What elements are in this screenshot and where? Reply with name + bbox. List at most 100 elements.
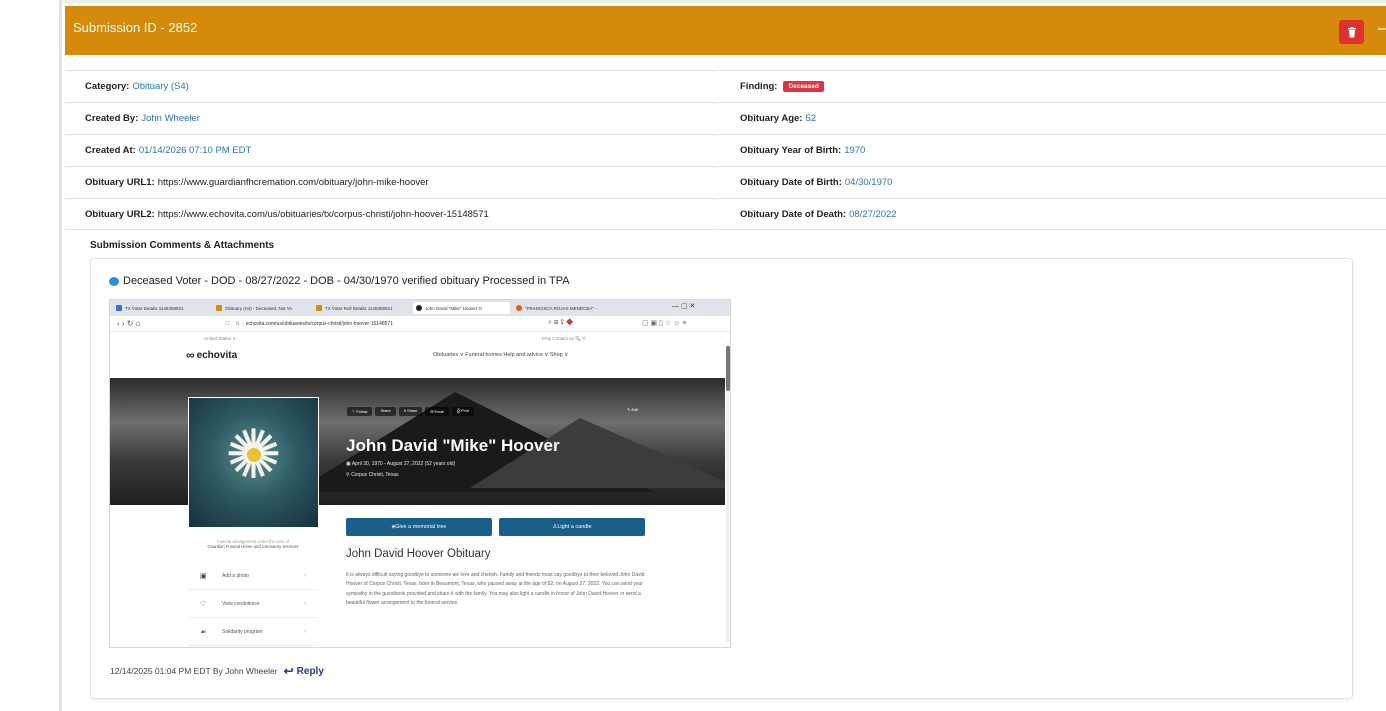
share-buttons: ♡ Follow Share X Share ✉ Email ⎙ Print [347,407,474,416]
category-value: Obituary (S4) [132,81,189,92]
deceased-name: John David "Mike" Hoover [346,436,560,455]
obituary-age-label: Obituary Age: [740,113,803,124]
heart-icon: ♡ [200,600,207,608]
chevron-right-icon: › [304,572,306,579]
date-of-birth-label: Obituary Date of Birth: [740,177,842,188]
obituary-url2-link[interactable]: https://www.echovita.com/us/obituaries/t… [158,209,489,220]
date-of-death-label: Obituary Date of Death: [740,208,847,220]
obituary-age-row: Obituary Age: 52 [720,102,1386,134]
browser-tab-active: John David "Mike" Hoover O [413,302,510,314]
obituary-url1-link[interactable]: https://www.guardianfhcremation.com/obit… [158,177,429,188]
page-scrollbar-thumb [726,346,730,391]
tab-favicon-icon [216,305,222,311]
browser-tab-strip: TX Voter Details 1148358921 Obituary (S4… [110,300,730,316]
finding-row: Finding: Deceased [720,70,1386,102]
comments-section-title: Submission Comments & Attachments [90,240,275,251]
comment-text: Deceased Voter - DOD - 08/27/2022 - DOB … [123,275,570,287]
created-at-label: Created At: [85,145,136,156]
date-of-death-value: 08/27/2022 [849,208,897,220]
category-row: Category: Obituary (S4) [65,70,719,102]
email-button: ✉ Email [425,407,450,416]
reply-button[interactable]: ↩ Reply [284,664,324,678]
life-place: ⚲ Corpus Christi, Texas [346,472,399,478]
obituary-title: John David Hoover Obituary [346,548,491,560]
funeral-home-note: Funeral arrangement under the care of Gu… [207,539,299,550]
finding-label: Finding: [740,81,778,92]
comment-header: Deceased Voter - DOD - 08/27/2022 - DOB … [109,275,570,287]
photo-icon: ▣ [200,572,207,580]
year-of-birth-row: Obituary Year of Birth: 1970 [720,134,1386,166]
tab-favicon-icon [316,305,322,311]
tab-favicon-icon [416,305,422,311]
comment-meta: 12/14/2025 01:04 PM EDT By John Wheeler [110,666,278,676]
browser-toolbar-icons: ⌕ ⊞ ⇪ ◆ [548,319,574,326]
browser-nav-icons: ‹ › ↻ ⌂ [117,319,141,328]
card-header: Submission ID - 2852 — [65,6,1386,55]
left-rail-divider [59,0,62,711]
obituary-url2-row: Obituary URL2: https://www.echovita.com/… [65,198,719,230]
bookmark-icon: ☐ [225,320,230,327]
browser-tab: TX Voter Details 1148358921 [113,302,210,314]
year-of-birth-value: 1970 [844,145,866,156]
created-by-row: Created By: John Wheeler [65,102,719,134]
comment-bubble-icon [109,276,119,286]
echovita-logo: ∞ echovita [186,348,238,362]
chevron-right-icon: › [304,628,306,635]
reply-arrow-icon: ↩ [283,664,294,678]
obituary-age-value: 52 [805,113,817,124]
site-info-icon: ⇅ [235,320,240,327]
date-of-death-row: Obituary Date of Death: 08/27/2022 [720,198,1386,230]
comment-card: Deceased Voter - DOD - 08/27/2022 - DOB … [90,258,1353,699]
solidarity-program-item: ☙ Solidarity program › [188,618,318,646]
browser-url: ☐ ⇅ echovita.com/us/obituaries/tx/corpus-c… [225,320,393,327]
created-at-row: Created At: 01/14/2026 07:10 PM EDT [65,134,719,166]
follow-button: ♡ Follow [347,407,373,416]
date-of-birth-value: 04/30/1970 [844,177,893,188]
life-dates: ▣ April 30, 1970 - August 27, 2022 (52 y… [346,461,456,467]
hand-icon: ☙ [200,628,207,636]
obituary-photo: ✺ [188,397,319,528]
card-title: Submission ID - 2852 [73,20,198,35]
finding-badge: Deceased [783,81,824,92]
reply-label: Reply [296,665,324,677]
browser-tab: Obituary (S4) - Deceased, Not Vo [213,302,310,314]
add-photo-item: ▣ Add a photo › [188,562,318,590]
collapse-button[interactable]: — [1378,20,1386,38]
obituary-url1-row: Obituary URL1: https://www.guardianfhcre… [65,166,719,198]
delete-button[interactable] [1339,20,1364,44]
echovita-nav: Obituaries ∨ Funeral homes Help and advi… [433,352,569,358]
edit-link: ✎ Edit [627,407,639,412]
created-at-value: 01/14/2026 07:10 PM EDT [138,145,252,156]
daisy-center [246,447,261,462]
window-controls: — ▢ ✕ [672,303,696,310]
obituary-url1-label: Obituary URL1: [85,177,155,188]
created-by-label: Created By: [85,113,139,124]
comment-footer: 12/14/2025 01:04 PM EDT By John Wheeler … [110,664,324,678]
infinity-logo-icon: ∞ [186,348,194,362]
obituary-actions: ▣ Add a photo › ♡ View condolence › ☙ Solidar… [188,562,318,646]
view-condolence-item: ♡ View condolence › [188,590,318,618]
country-selector: United States ∨ [204,336,236,341]
share-button: Share [375,407,396,416]
obituary-body: It is always difficult saying goodbye to… [346,572,645,606]
print-button: ⎙ Print [452,407,474,416]
obituary-url2-label: Obituary URL2: [85,208,155,220]
trash-icon [1347,26,1356,37]
tab-favicon-icon [116,305,122,311]
tab-favicon-icon [516,305,522,311]
memorial-tree-button: ♣ Give a memorial tree [346,518,492,536]
left-rail [0,0,62,711]
faq-contact: FAQ Contact us 🔍 ⓪ [542,336,587,341]
echovita-header: United States ∨ FAQ Contact us 🔍 ⓪ ∞ echo… [110,332,730,378]
top-border [0,0,1386,3]
light-candle-button: ♙ Light a candle [499,518,645,536]
chevron-right-icon: › [304,600,306,607]
year-of-birth-label: Obituary Year of Birth: [740,145,842,156]
browser-tab: "FRANCISCA ROJAS MENDOZA" - [513,302,610,314]
browser-tab: TX Voter Roll Details 1148358921 [313,302,410,314]
created-by-value: John Wheeler [141,113,200,124]
x-share-button: X Share [398,407,423,416]
category-label: Category: [85,81,130,92]
browser-address-bar: ‹ › ↻ ⌂ ☐ ⇅ echovita.com/us/obituaries/tx/… [110,316,730,332]
attachment-screenshot[interactable]: TX Voter Details 1148358921 Obituary (S4… [109,299,731,648]
